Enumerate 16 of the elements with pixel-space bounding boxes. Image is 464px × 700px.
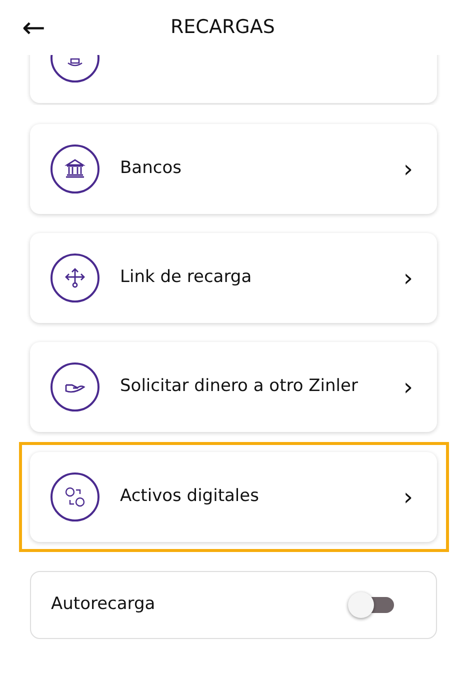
list-item[interactable]: Bancos › (30, 124, 437, 214)
chevron-icon: › (403, 157, 413, 181)
toggle-switch[interactable] (348, 592, 394, 618)
page-title: RECARGAS (170, 15, 275, 40)
currency-exchange-icon (50, 472, 100, 522)
chevron-icon: › (403, 266, 413, 290)
hand-icon (50, 362, 100, 412)
list-item[interactable]: Link de recarga › (30, 233, 437, 323)
chevron-icon: › (403, 485, 413, 509)
chevron-icon: › (403, 375, 413, 399)
list-item[interactable]: Activos digitales › (30, 452, 437, 542)
share-arrows-icon (50, 253, 100, 303)
back-button[interactable]: ← (18, 14, 50, 42)
bank-icon (50, 144, 100, 194)
setting-label: Autorecarga (51, 593, 156, 616)
list-item[interactable]: Solicitar dinero a otro Zinler › (30, 342, 437, 432)
